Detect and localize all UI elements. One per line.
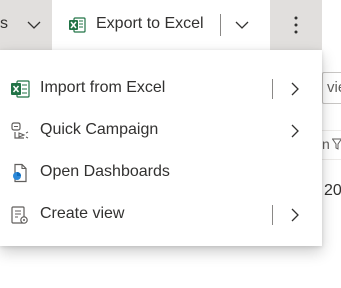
dashboard-icon — [13, 163, 27, 183]
search-placeholder: vie — [327, 79, 341, 96]
menu-item-label: Create view — [40, 205, 125, 222]
create-view-icon — [11, 206, 28, 224]
export-to-excel-label: Export to Excel — [96, 15, 204, 32]
excel-icon — [69, 17, 86, 33]
previous-command-button[interactable]: s — [0, 0, 52, 50]
more-vertical-icon — [294, 16, 298, 34]
menu-item-label: Import from Excel — [40, 79, 166, 96]
grid-cell: 20 — [324, 182, 341, 199]
chevron-right-icon[interactable] — [288, 82, 302, 96]
previous-command-label: s — [0, 15, 8, 32]
excel-import-icon — [11, 80, 30, 98]
filter-icon — [332, 138, 341, 150]
column-header-label: n — [322, 136, 330, 152]
quick-campaign-icon — [11, 122, 29, 139]
split-divider — [272, 79, 273, 99]
chevron-right-icon[interactable] — [288, 208, 302, 222]
menu-item-label: Open Dashboards — [40, 163, 170, 180]
search-input[interactable]: vie — [322, 72, 341, 104]
menu-item-import-from-excel[interactable]: Import from Excel — [0, 68, 322, 110]
export-to-excel-button[interactable]: Export to Excel — [52, 0, 270, 50]
command-bar: s Export to Excel — [0, 0, 341, 50]
column-header[interactable]: n — [322, 130, 341, 160]
split-divider — [272, 205, 273, 225]
menu-item-label: Quick Campaign — [40, 121, 159, 138]
more-commands-menu: Import from Excel Quick Campaign Open Da… — [0, 50, 322, 246]
menu-item-open-dashboards[interactable]: Open Dashboards — [0, 152, 322, 194]
more-commands-button[interactable] — [270, 0, 322, 50]
chevron-down-icon[interactable] — [26, 17, 42, 33]
chevron-right-icon[interactable] — [288, 124, 302, 138]
chevron-down-icon[interactable] — [234, 17, 250, 33]
menu-item-quick-campaign[interactable]: Quick Campaign — [0, 110, 322, 152]
split-divider — [220, 14, 221, 36]
menu-item-create-view[interactable]: Create view — [0, 194, 322, 236]
